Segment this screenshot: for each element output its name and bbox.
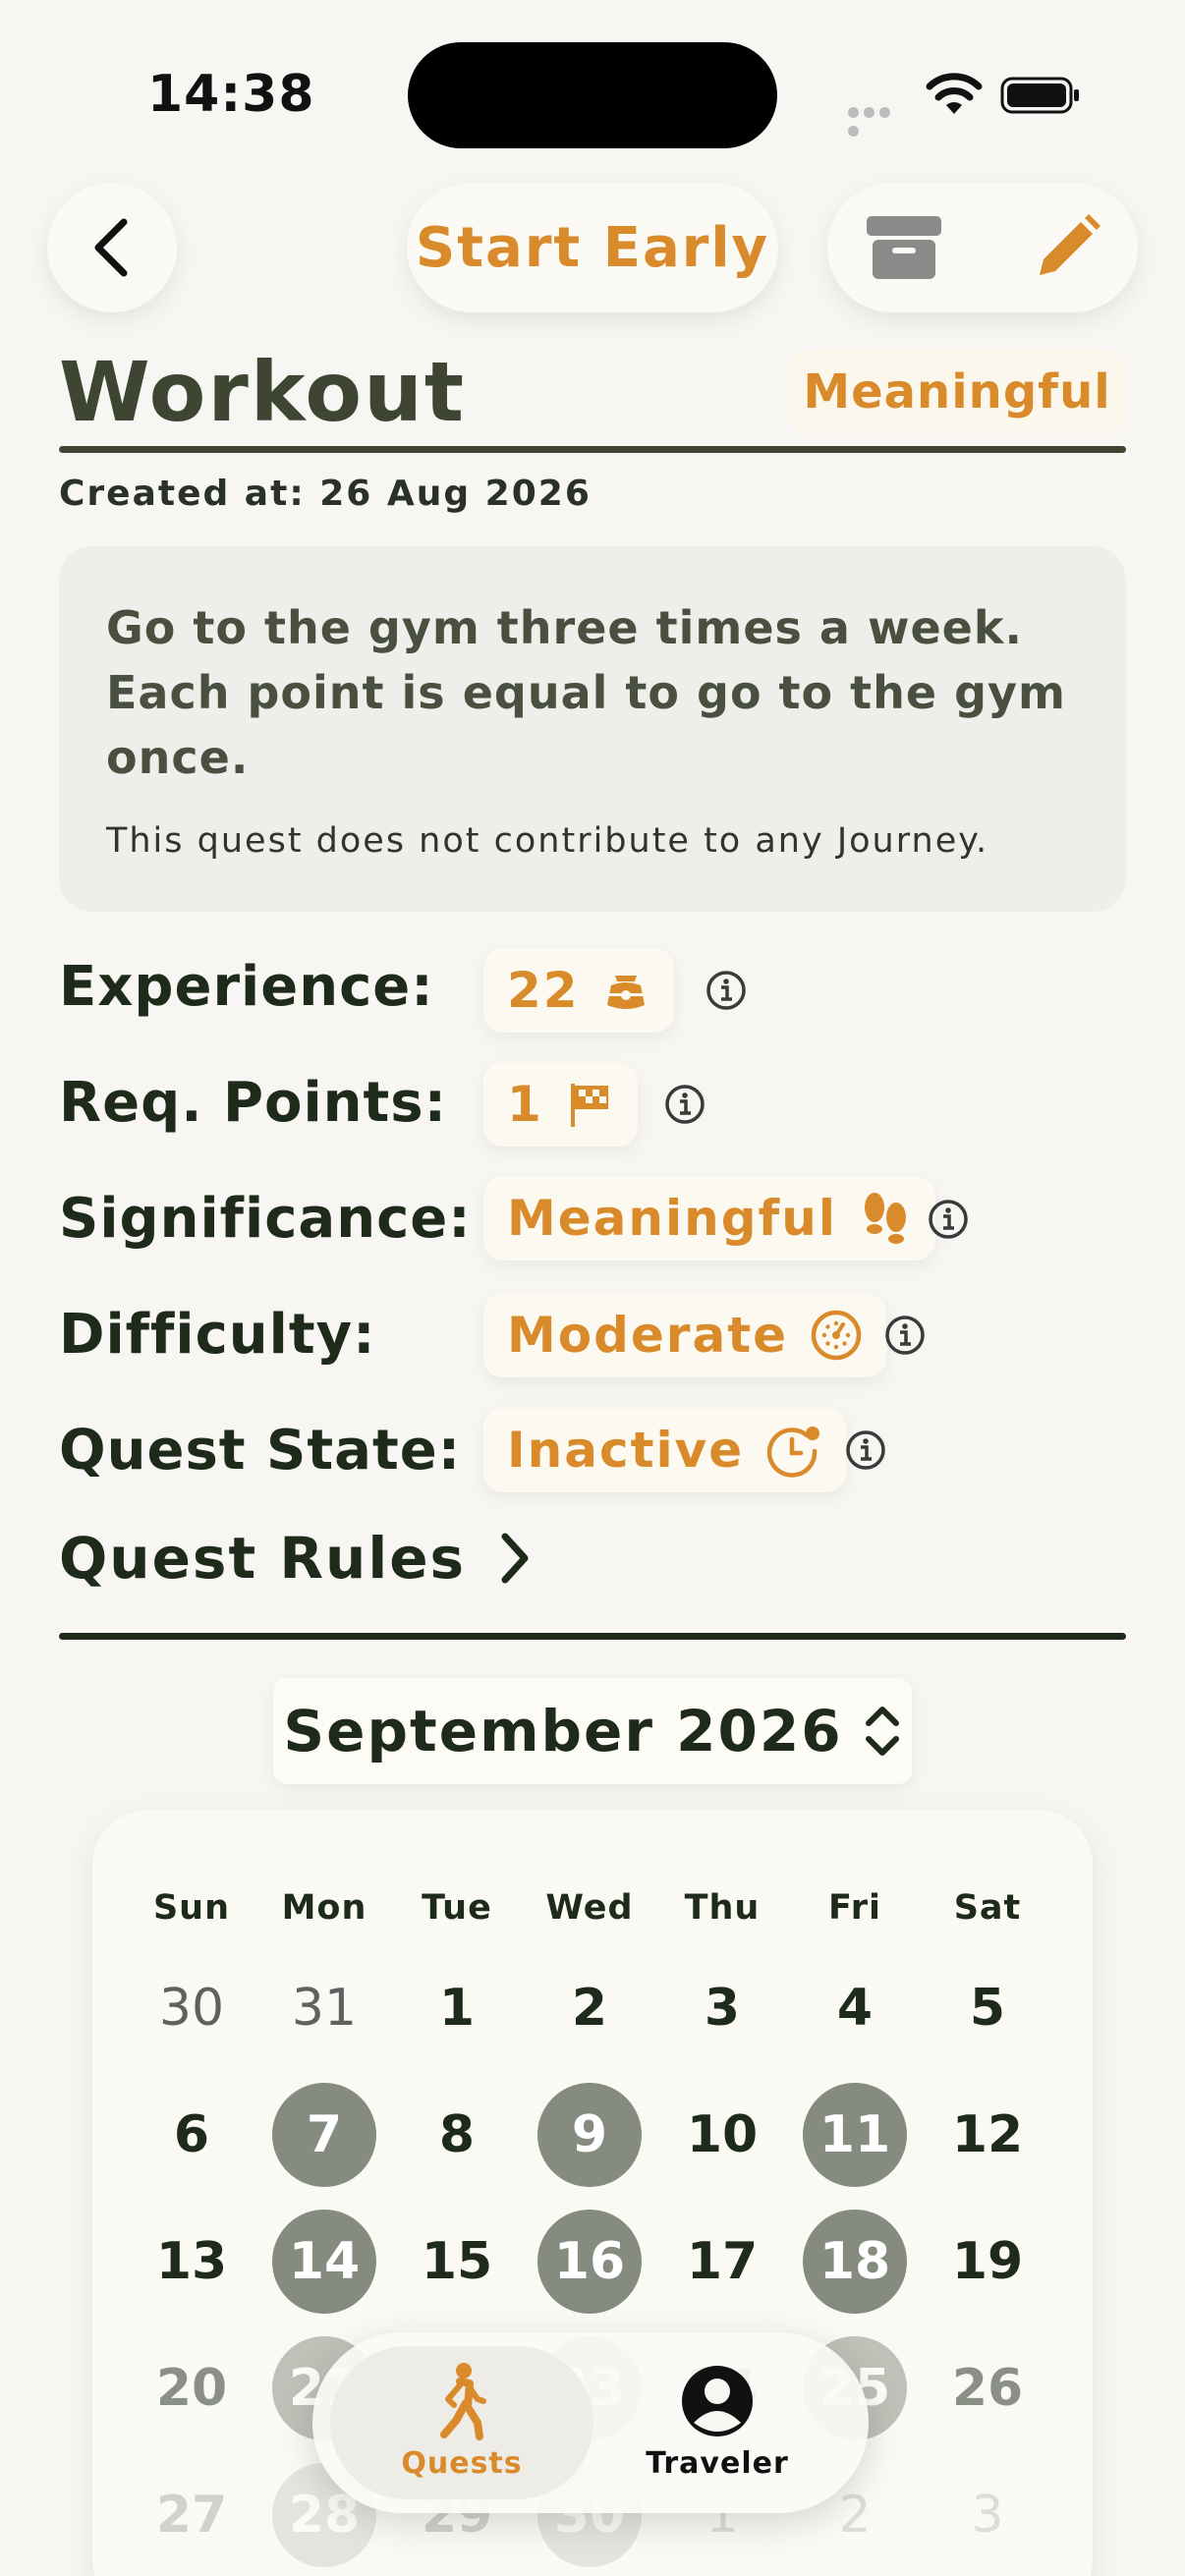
clock-badge-icon bbox=[766, 1427, 820, 1478]
quest-description: Go to the gym three times a week. Each p… bbox=[106, 601, 1066, 784]
honey-pot-icon bbox=[606, 976, 645, 1009]
weekday-label: Tue bbox=[422, 1888, 492, 1928]
significance-chip: Meaningful bbox=[483, 1176, 936, 1260]
weekday-label: Mon bbox=[281, 1888, 367, 1928]
archive-icon[interactable] bbox=[865, 212, 943, 283]
tab-quests[interactable]: Quests bbox=[354, 2362, 570, 2481]
calendar-day[interactable]: 11 bbox=[803, 2083, 907, 2187]
signal-icon bbox=[848, 103, 909, 137]
footprints-icon bbox=[865, 1193, 907, 1244]
checkered-flag-icon bbox=[570, 1084, 608, 1127]
tab-traveler-label: Traveler bbox=[646, 2446, 789, 2481]
quest-rules-link[interactable]: Quest Rules bbox=[59, 1525, 533, 1592]
created-date: Created at: 26 Aug 2026 bbox=[59, 474, 592, 514]
calendar-day[interactable]: 4 bbox=[803, 1956, 907, 2060]
pencil-icon[interactable] bbox=[1032, 212, 1102, 283]
calendar-day[interactable]: 13 bbox=[140, 2210, 244, 2314]
calendar-day[interactable]: 31 bbox=[272, 1956, 376, 2060]
wifi-icon bbox=[926, 73, 983, 114]
req-points-value: 1 bbox=[507, 1076, 543, 1133]
significance-value: Meaningful bbox=[507, 1190, 838, 1247]
weekday-label: Sat bbox=[953, 1888, 1022, 1928]
calendar-day[interactable]: 6 bbox=[140, 2083, 244, 2187]
tab-quests-label: Quests bbox=[401, 2446, 523, 2481]
tab-bar: Quests Traveler bbox=[312, 2332, 869, 2513]
dynamic-island bbox=[408, 42, 777, 148]
quest-state-label: Quest State: bbox=[59, 1419, 462, 1483]
calendar-day[interactable]: 7 bbox=[272, 2083, 376, 2187]
calendar-day[interactable]: 16 bbox=[537, 2210, 642, 2314]
status-time: 14:38 bbox=[147, 65, 315, 124]
difficulty-value: Moderate bbox=[507, 1307, 789, 1364]
difficulty-label: Difficulty: bbox=[59, 1303, 376, 1367]
experience-chip: 22 bbox=[483, 948, 674, 1033]
calendar-day[interactable]: 30 bbox=[140, 1956, 244, 2060]
calendar-day[interactable]: 12 bbox=[935, 2083, 1040, 2187]
back-button[interactable] bbox=[47, 183, 177, 312]
experience-value: 22 bbox=[507, 962, 580, 1019]
quest-title: Workout bbox=[59, 344, 467, 440]
gauge-icon bbox=[811, 1310, 862, 1361]
weekday-label: Wed bbox=[545, 1888, 634, 1928]
month-label: September 2026 bbox=[283, 1698, 843, 1764]
calendar-day[interactable]: 14 bbox=[272, 2210, 376, 2314]
weekday-label: Fri bbox=[828, 1888, 881, 1928]
calendar-day[interactable]: 3 bbox=[670, 1956, 774, 2060]
tab-traveler[interactable]: Traveler bbox=[609, 2362, 825, 2481]
calendar-day[interactable]: 5 bbox=[935, 1956, 1040, 2060]
difficulty-chip: Moderate bbox=[483, 1293, 887, 1377]
calendar-day[interactable]: 17 bbox=[670, 2210, 774, 2314]
calendar-day[interactable]: 1 bbox=[405, 1956, 509, 2060]
experience-info-icon[interactable] bbox=[705, 970, 747, 1011]
calendar-day[interactable]: 8 bbox=[405, 2083, 509, 2187]
calendar-day[interactable]: 3 bbox=[935, 2463, 1040, 2567]
calendar-day[interactable]: 20 bbox=[140, 2336, 244, 2440]
req-points-chip: 1 bbox=[483, 1062, 638, 1147]
start-early-button[interactable]: Start Early bbox=[407, 183, 778, 312]
calendar-day[interactable]: 15 bbox=[405, 2210, 509, 2314]
calendar-day[interactable]: 18 bbox=[803, 2210, 907, 2314]
calendar-day[interactable]: 2 bbox=[537, 1956, 642, 2060]
chevron-left-icon bbox=[94, 218, 128, 277]
quest-state-info-icon[interactable] bbox=[845, 1429, 886, 1471]
significance-info-icon[interactable] bbox=[928, 1199, 969, 1240]
experience-label: Experience: bbox=[59, 955, 434, 1019]
rules-divider bbox=[59, 1633, 1126, 1640]
calendar-day[interactable]: 10 bbox=[670, 2083, 774, 2187]
quest-actions bbox=[827, 183, 1138, 312]
quest-rules-label: Quest Rules bbox=[59, 1525, 467, 1592]
walking-person-icon bbox=[440, 2363, 486, 2440]
chevron-up-down-icon bbox=[865, 1707, 899, 1756]
title-divider bbox=[59, 446, 1126, 453]
quest-state-value: Inactive bbox=[507, 1422, 745, 1479]
journey-note: This quest does not contribute to any Jo… bbox=[106, 821, 989, 861]
significance-label: Significance: bbox=[59, 1187, 472, 1251]
description-card: Go to the gym three times a week. Each p… bbox=[59, 546, 1126, 912]
calendar-day[interactable]: 9 bbox=[537, 2083, 642, 2187]
month-picker[interactable]: September 2026 bbox=[273, 1678, 912, 1784]
req-points-info-icon[interactable] bbox=[664, 1084, 705, 1125]
calendar-day[interactable]: 27 bbox=[140, 2463, 244, 2567]
req-points-label: Req. Points: bbox=[59, 1071, 448, 1135]
calendar-day[interactable]: 26 bbox=[935, 2336, 1040, 2440]
significance-badge: Meaningful bbox=[789, 350, 1125, 434]
person-circle-icon bbox=[682, 2366, 753, 2436]
battery-icon bbox=[1000, 77, 1079, 114]
calendar-day[interactable]: 19 bbox=[935, 2210, 1040, 2314]
difficulty-info-icon[interactable] bbox=[884, 1315, 926, 1356]
weekday-label: Sun bbox=[152, 1888, 231, 1928]
weekday-label: Thu bbox=[684, 1888, 761, 1928]
quest-state-chip: Inactive bbox=[483, 1408, 847, 1492]
chevron-right-icon bbox=[501, 1533, 529, 1584]
